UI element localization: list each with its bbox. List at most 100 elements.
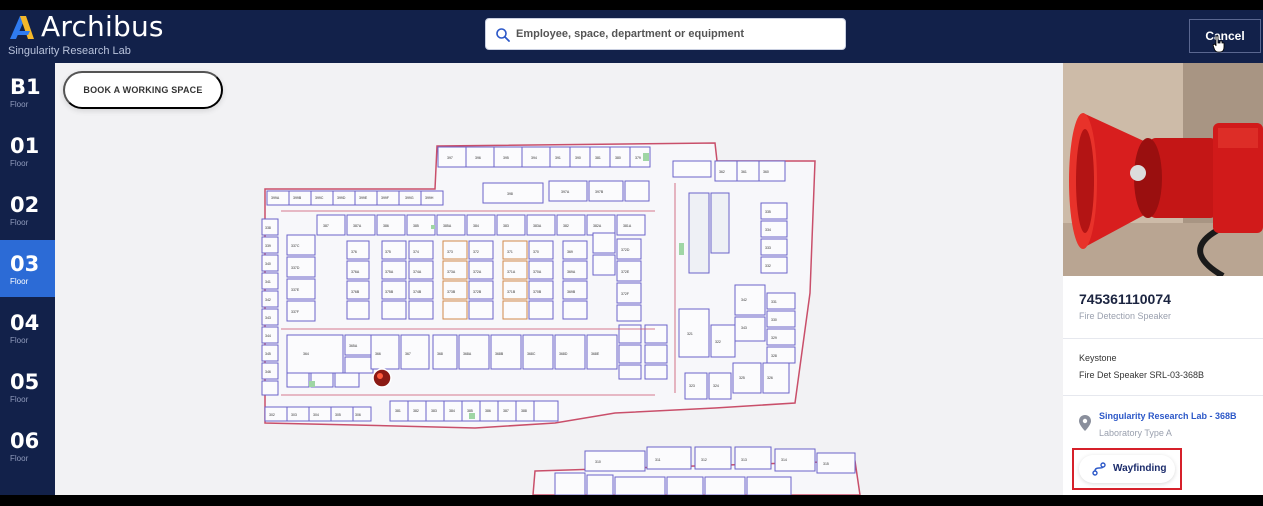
svg-text:339: 339 xyxy=(265,244,271,248)
svg-text:385: 385 xyxy=(413,224,419,228)
svg-text:387: 387 xyxy=(323,224,329,228)
floor-label: Floor xyxy=(10,100,29,109)
svg-text:367: 367 xyxy=(405,352,411,356)
svg-text:383A: 383A xyxy=(533,224,542,228)
floor-01[interactable]: 01 Floor xyxy=(0,122,55,179)
asset-id: 745361110074 xyxy=(1079,291,1171,307)
archibus-logo-icon xyxy=(10,16,34,39)
svg-text:315: 315 xyxy=(823,462,829,466)
svg-text:362: 362 xyxy=(719,170,725,174)
floor-plan-drawing[interactable]: 397 396 395 394 391 390 381 380 379 362 361 360 … xyxy=(55,63,1063,495)
search-box[interactable] xyxy=(485,18,846,50)
svg-text:340: 340 xyxy=(265,262,271,266)
floor-b1[interactable]: B1 Floor xyxy=(0,63,55,120)
svg-text:368B: 368B xyxy=(495,352,504,356)
asset-name: Fire Det Speaker SRL-03-368B xyxy=(1079,370,1205,380)
svg-text:373A: 373A xyxy=(447,270,456,274)
svg-text:388: 388 xyxy=(521,409,527,413)
svg-text:381A: 381A xyxy=(623,224,632,228)
svg-text:371B: 371B xyxy=(507,290,516,294)
floor-number: 01 xyxy=(10,134,40,158)
svg-text:326: 326 xyxy=(767,376,773,380)
floor-05[interactable]: 05 Floor xyxy=(0,358,55,415)
svg-text:323: 323 xyxy=(689,384,695,388)
svg-text:390: 390 xyxy=(575,156,581,160)
floor-label: Floor xyxy=(10,395,29,404)
svg-text:376A: 376A xyxy=(351,270,360,274)
svg-text:382A: 382A xyxy=(593,224,602,228)
svg-text:337F: 337F xyxy=(291,310,299,314)
svg-text:368C: 368C xyxy=(527,352,536,356)
svg-text:373B: 373B xyxy=(447,290,456,294)
svg-text:364: 364 xyxy=(303,352,309,356)
book-working-space-button[interactable]: BOOK A WORKING SPACE xyxy=(63,71,223,109)
svg-text:376B: 376B xyxy=(351,290,360,294)
floor-number: 03 xyxy=(10,252,40,276)
svg-text:397A: 397A xyxy=(561,190,570,194)
svg-text:374A: 374A xyxy=(413,270,422,274)
svg-text:305: 305 xyxy=(335,413,341,417)
svg-text:369: 369 xyxy=(567,250,573,254)
svg-text:310: 310 xyxy=(595,460,601,464)
svg-text:368: 368 xyxy=(437,352,443,356)
site-name: Singularity Research Lab xyxy=(8,45,131,57)
svg-text:372B: 372B xyxy=(473,290,482,294)
floor-plan-map[interactable]: 397 396 395 394 391 390 381 380 379 362 361 360 … xyxy=(55,63,1063,495)
search-icon xyxy=(496,28,510,42)
svg-text:373: 373 xyxy=(447,250,453,254)
svg-text:371A: 371A xyxy=(507,270,516,274)
floor-number: 04 xyxy=(10,311,40,335)
search-input[interactable] xyxy=(516,19,836,49)
svg-text:387: 387 xyxy=(503,409,509,413)
svg-text:344: 344 xyxy=(265,334,271,338)
svg-text:372E: 372E xyxy=(621,270,630,274)
svg-text:312: 312 xyxy=(701,458,707,462)
svg-text:386: 386 xyxy=(383,224,389,228)
wayfinding-button[interactable]: Wayfinding xyxy=(1079,455,1175,483)
svg-text:399B: 399B xyxy=(293,196,302,200)
svg-text:382: 382 xyxy=(413,409,419,413)
svg-text:399A: 399A xyxy=(271,196,280,200)
svg-text:385: 385 xyxy=(467,409,473,413)
svg-text:322: 322 xyxy=(715,340,721,344)
divider xyxy=(1063,338,1263,339)
bottom-edge xyxy=(0,495,1263,506)
floor-06[interactable]: 06 Floor xyxy=(0,417,55,474)
svg-text:384: 384 xyxy=(473,224,479,228)
svg-text:338: 338 xyxy=(265,226,271,230)
svg-text:375: 375 xyxy=(385,250,391,254)
svg-text:385A: 385A xyxy=(443,224,452,228)
floor-number: B1 xyxy=(10,75,41,99)
svg-text:328: 328 xyxy=(771,354,777,358)
svg-text:334: 334 xyxy=(765,228,771,232)
svg-text:394: 394 xyxy=(531,156,537,160)
svg-text:337C: 337C xyxy=(291,244,300,248)
top-bar: Archibus Singularity Research Lab Cancel xyxy=(0,10,1263,63)
svg-text:366: 366 xyxy=(375,352,381,356)
floor-03[interactable]: 03 Floor xyxy=(0,240,55,297)
svg-text:335: 335 xyxy=(765,210,771,214)
svg-text:343: 343 xyxy=(265,316,271,320)
svg-text:372: 372 xyxy=(473,250,479,254)
floor-02[interactable]: 02 Floor xyxy=(0,181,55,238)
svg-text:387A: 387A xyxy=(353,224,362,228)
svg-text:365A: 365A xyxy=(349,344,358,348)
svg-text:332: 332 xyxy=(765,264,771,268)
app-name: Archibus xyxy=(41,10,164,43)
svg-text:368D: 368D xyxy=(559,352,568,356)
wayfinding-label: Wayfinding xyxy=(1113,463,1167,474)
svg-text:304: 304 xyxy=(313,413,319,417)
svg-text:398: 398 xyxy=(507,192,513,196)
svg-text:303: 303 xyxy=(291,413,297,417)
floor-number: 05 xyxy=(10,370,40,394)
location-link[interactable]: Singularity Research Lab - 368B xyxy=(1099,411,1237,421)
svg-text:302: 302 xyxy=(269,413,275,417)
floor-04[interactable]: 04 Floor xyxy=(0,299,55,356)
divider xyxy=(1063,395,1263,396)
svg-text:379: 379 xyxy=(635,156,641,160)
svg-text:337E: 337E xyxy=(291,288,300,292)
svg-text:396: 396 xyxy=(475,156,481,160)
svg-text:321: 321 xyxy=(687,332,693,336)
asset-location-marker[interactable] xyxy=(372,368,392,388)
asset-details-panel: 745361110074 Fire Detection Speaker Keys… xyxy=(1063,63,1263,495)
